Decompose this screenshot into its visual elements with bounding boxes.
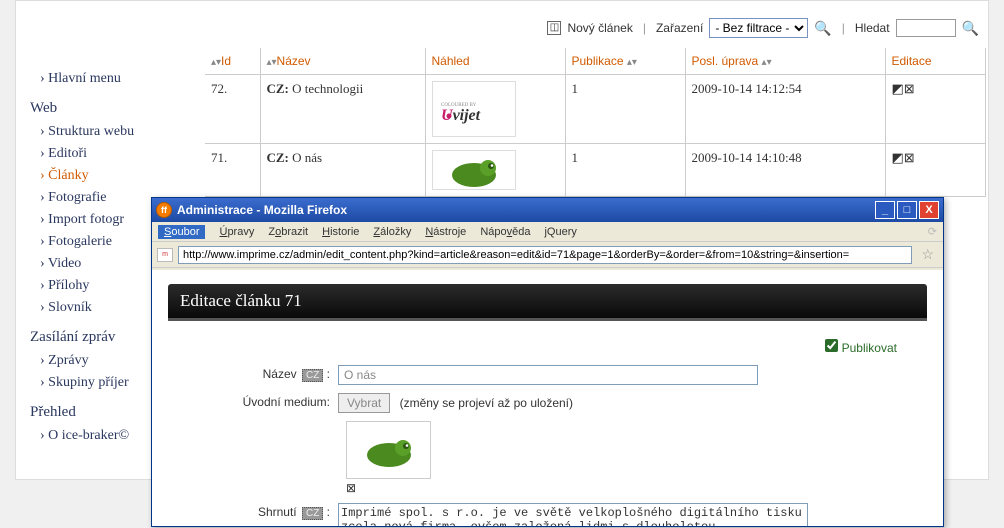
page-content: Editace článku 71 Publikovat Název CZ : … [152, 270, 943, 526]
window-titlebar[interactable]: ff Administrace - Mozilla Firefox _ □ X [152, 198, 943, 222]
menu-item[interactable]: Záložky [373, 226, 411, 238]
articles-table: ▴▾Id▴▾NázevNáhledPublikace ▴▾Posl. úprav… [205, 48, 986, 197]
browser-menubar: Soubor Úpravy Zobrazit Historie Záložky Nástr… [152, 222, 943, 242]
col-nazev[interactable]: ▴▾Název [260, 48, 425, 75]
table-row: 72.CZ: O technologiiCOLOURED BYUvijet120… [205, 75, 985, 144]
menu-item[interactable]: Nápověda [480, 226, 530, 238]
site-identity-icon[interactable]: m [157, 248, 173, 262]
lang-badge: CZ [302, 507, 323, 520]
browser-window: ff Administrace - Mozilla Firefox _ □ X … [151, 197, 944, 527]
menu-item[interactable]: Soubor [158, 225, 205, 239]
edit-icon[interactable]: ◩ [892, 81, 904, 96]
publish-checkbox[interactable] [825, 339, 838, 352]
col-publikace[interactable]: Publikace ▴▾ [565, 48, 685, 75]
toolbar: ◫ Nový článek | Zařazení - Bez filtrace … [547, 18, 979, 38]
menu-item[interactable]: Historie [322, 226, 359, 238]
publish-label: Publikovat [842, 341, 897, 355]
sidebar-item[interactable]: Hlavní menu [30, 68, 180, 90]
address-bar: m ☆ [152, 242, 943, 268]
bookmark-star-icon[interactable]: ☆ [917, 246, 938, 263]
medium-label: Úvodní medium: [243, 395, 330, 409]
maximize-button[interactable]: □ [897, 201, 917, 219]
throbber-icon: ⟳ [928, 225, 937, 238]
thumbnail-preview [346, 421, 431, 479]
menu-item[interactable]: jQuery [544, 226, 576, 238]
col-posl[interactable]: Posl. úprava ▴▾ [685, 48, 885, 75]
edit-icon[interactable]: ◩ [892, 150, 904, 165]
search-label: Hledat [855, 21, 890, 35]
filter-search-icon[interactable]: 🔍 [814, 20, 831, 37]
separator: | [842, 21, 845, 35]
sidebar-item[interactable]: Články [30, 165, 180, 187]
search-icon[interactable]: 🔍 [962, 20, 979, 37]
url-input[interactable] [178, 246, 912, 264]
firefox-icon: ff [156, 202, 172, 218]
menu-item[interactable]: Úpravy [219, 226, 254, 238]
table-row: 71.CZ: O nás12009-10-14 14:10:48◩⊠ [205, 144, 985, 197]
delete-icon[interactable]: ⊠ [904, 81, 915, 96]
sidebar-item[interactable]: Struktura webu [30, 121, 180, 143]
vybrat-button[interactable]: Vybrat [338, 393, 390, 413]
page-title: Editace článku 71 [168, 284, 927, 321]
col-id[interactable]: ▴▾Id [205, 48, 260, 75]
sidebar-heading: Web [30, 100, 180, 117]
shrnuti-textarea[interactable] [338, 503, 808, 526]
lang-badge: CZ [302, 369, 323, 382]
thumb-image [432, 150, 516, 190]
delete-thumb-icon[interactable]: ⊠ [346, 481, 356, 495]
sidebar-item[interactable]: Editoři [30, 143, 180, 165]
search-input[interactable] [896, 19, 956, 37]
close-button[interactable]: X [919, 201, 939, 219]
col-editace: Editace [885, 48, 985, 75]
filter-select[interactable]: - Bez filtrace - [709, 18, 808, 38]
menu-item[interactable]: Zobrazit [268, 226, 308, 238]
new-article-link[interactable]: Nový článek [567, 21, 632, 35]
thumb-image: COLOURED BYUvijet [432, 81, 516, 137]
sort-label: Zařazení [656, 21, 703, 35]
nazev-input[interactable] [338, 365, 758, 385]
window-title: Administrace - Mozilla Firefox [177, 203, 347, 217]
new-article-icon[interactable]: ◫ [547, 21, 561, 35]
nazev-label: Název [263, 367, 297, 381]
medium-note: (změny se projeví až po uložení) [400, 396, 573, 410]
minimize-button[interactable]: _ [875, 201, 895, 219]
delete-icon[interactable]: ⊠ [904, 150, 915, 165]
separator: | [643, 21, 646, 35]
shrnuti-label: Shrnutí [258, 505, 297, 519]
menu-item[interactable]: Nástroje [425, 226, 466, 238]
col-nahled: Náhled [425, 48, 565, 75]
